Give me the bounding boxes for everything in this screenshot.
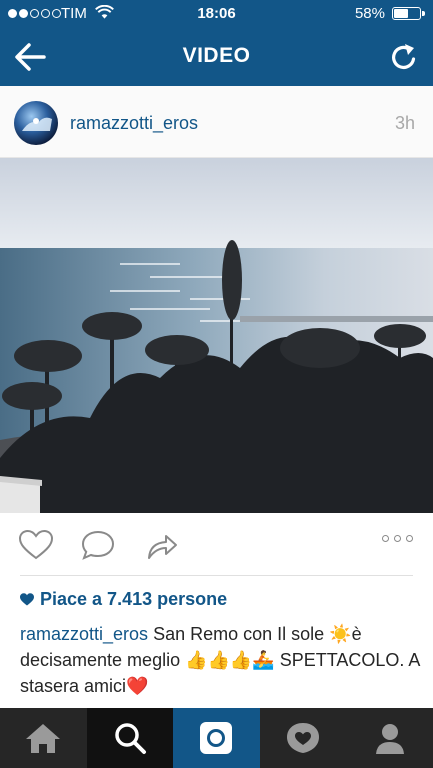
likes-heart-icon <box>20 593 34 606</box>
post-username[interactable]: ramazzotti_eros <box>70 113 198 134</box>
battery-fill <box>394 9 408 18</box>
comment-icon[interactable] <box>80 529 116 561</box>
search-icon <box>115 723 146 754</box>
avatar[interactable] <box>14 101 58 145</box>
tab-camera[interactable] <box>173 708 260 768</box>
battery-percentage: 58% <box>354 5 385 22</box>
tab-activity[interactable] <box>260 708 347 768</box>
tab-home[interactable] <box>0 708 87 768</box>
battery-icon <box>392 7 425 20</box>
like-heart-icon[interactable] <box>18 529 54 561</box>
likes-count[interactable]: Piace a 7.413 persone <box>20 589 227 610</box>
caption-username[interactable]: ramazzotti_eros <box>20 624 148 644</box>
tab-profile[interactable] <box>346 708 433 768</box>
home-icon <box>26 724 61 753</box>
tab-bar <box>0 708 433 768</box>
post-caption: ramazzotti_eros San Remo con Il sole ☀️è… <box>20 621 420 699</box>
top-bar: TIM 18:06 58% VIDEO <box>0 0 433 86</box>
likes-text: Piace a 7.413 persone <box>40 589 228 609</box>
tab-search[interactable] <box>86 708 174 768</box>
share-icon[interactable] <box>144 529 180 561</box>
post-actions <box>0 513 433 575</box>
page-title: VIDEO <box>182 44 251 67</box>
post-time: 3h <box>394 113 415 133</box>
camera-icon <box>200 722 233 754</box>
seaside-palm-image <box>0 158 433 513</box>
divider <box>20 575 413 576</box>
activity-heart-icon <box>287 723 320 753</box>
profile-icon <box>375 724 404 754</box>
status-bar: TIM 18:06 58% <box>0 0 433 28</box>
more-options-icon[interactable] <box>382 535 413 542</box>
post-video[interactable] <box>0 158 433 513</box>
nav-bar: VIDEO <box>0 28 433 86</box>
refresh-icon[interactable] <box>389 42 419 72</box>
post-header: ramazzotti_eros 3h <box>0 86 433 158</box>
